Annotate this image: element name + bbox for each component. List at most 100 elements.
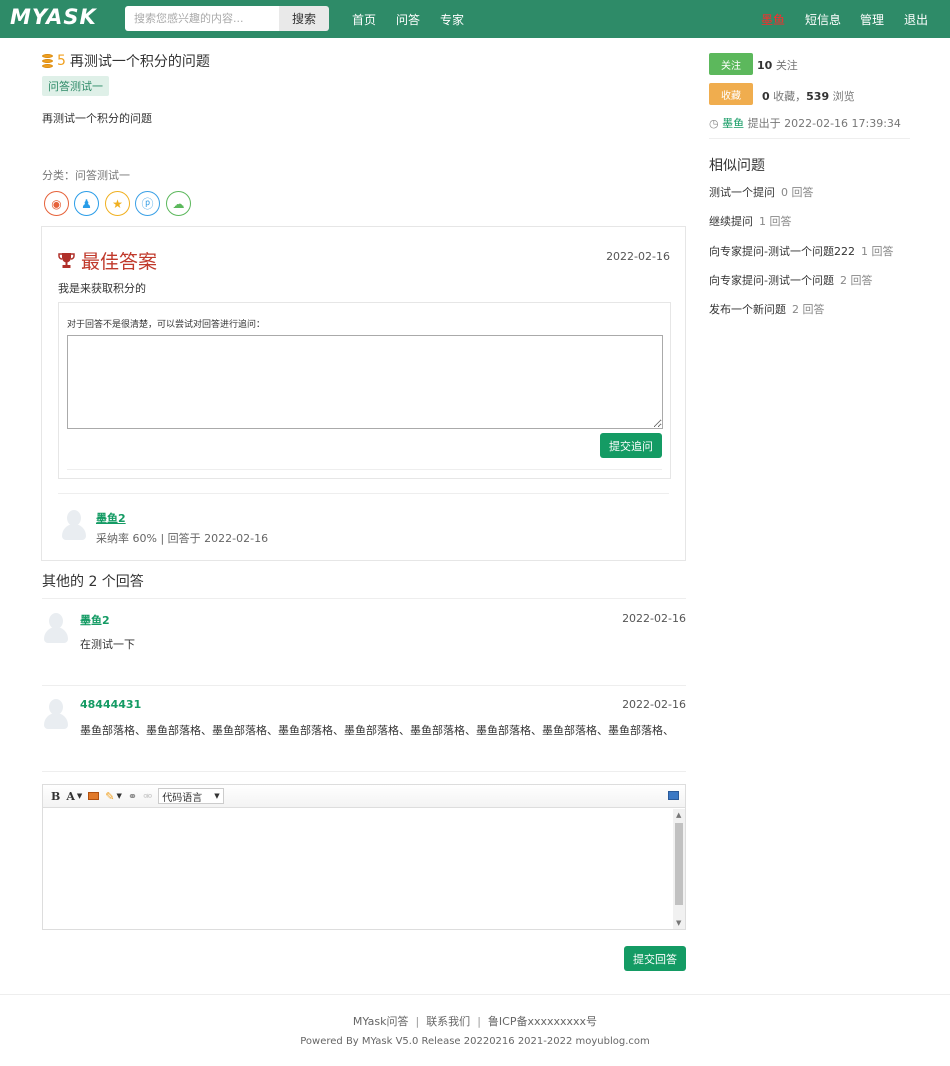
footer-powered-by: Powered By MYask V5.0 Release 20220216 2…: [300, 1036, 650, 1047]
similar-question-item[interactable]: 继续提问 1 回答: [709, 213, 792, 229]
editor-scrollbar[interactable]: ▲ ▼: [673, 809, 685, 929]
best-answer-panel: 最佳答案 2022-02-16 我是来获取积分的 对于回答不是很清楚，可以尝试对…: [41, 226, 686, 561]
search-input[interactable]: [125, 6, 280, 31]
answer-editor: B A ▼ ✎ ▼ ⚭ ⚮ 代码语言 ▼ ▲ ▼: [42, 784, 686, 930]
code-language-select[interactable]: 代码语言 ▼: [158, 788, 224, 804]
divider: [58, 493, 669, 494]
follow-button[interactable]: 关注: [709, 53, 753, 75]
answer-date: 2022-02-16: [622, 612, 686, 625]
wechat-icon[interactable]: ☁: [166, 191, 191, 216]
asker-link[interactable]: 墨鱼: [722, 117, 744, 130]
similar-question-title[interactable]: 向专家提问-测试一个问题: [709, 274, 834, 287]
site-logo[interactable]: MYASK: [10, 5, 97, 29]
chevron-down-icon[interactable]: ▼: [116, 792, 121, 800]
scrollbar-thumb[interactable]: [675, 823, 683, 905]
similar-question-item[interactable]: 发布一个新问题 2 回答: [709, 301, 825, 317]
follow-count: 10: [757, 59, 773, 72]
nav-admin[interactable]: 管理: [860, 11, 884, 28]
fullscreen-icon[interactable]: [668, 791, 679, 800]
unlink-icon[interactable]: ⚮: [143, 790, 152, 803]
trophy-icon: [58, 253, 75, 268]
link-icon[interactable]: ⚭: [128, 790, 137, 803]
weibo-icon[interactable]: ◉: [44, 191, 69, 216]
answer-user[interactable]: 墨鱼2: [80, 612, 110, 628]
question-title: 再测试一个积分的问题: [69, 54, 210, 70]
footer-link-contact[interactable]: 联系我们: [426, 1015, 470, 1028]
footer-link-myask[interactable]: MYask问答: [353, 1015, 409, 1028]
similar-question-title[interactable]: 继续提问: [709, 215, 753, 228]
asked-time: 提出于 2022-02-16 17:39:34: [747, 117, 901, 130]
divider: [709, 138, 910, 139]
best-answer-title: 最佳答案: [81, 251, 158, 273]
divider: [0, 994, 950, 995]
coins-icon: [42, 54, 53, 68]
avatar[interactable]: [42, 611, 70, 643]
collect-view-text: 0 收藏，539 浏览: [762, 88, 855, 104]
similar-question-count: 0 回答: [781, 186, 814, 199]
bold-button[interactable]: B: [51, 790, 60, 803]
question-category: 分类：问答测试一: [42, 169, 130, 182]
code-language-label: 代码语言: [162, 792, 203, 804]
editor-toolbar: B A ▼ ✎ ▼ ⚭ ⚮ 代码语言 ▼: [43, 785, 685, 808]
collect-button[interactable]: 收藏: [709, 83, 753, 105]
nav-logout[interactable]: 退出: [904, 11, 928, 28]
scroll-down-icon[interactable]: ▼: [676, 919, 681, 927]
follow-up-label: 对于回答不是很清楚，可以尝试对回答进行追问：: [67, 320, 266, 330]
nav-home[interactable]: 首页: [352, 11, 376, 28]
collect-label: 收藏，: [773, 90, 807, 103]
font-button[interactable]: A: [66, 790, 75, 803]
answer-text: 墨鱼部落格、墨鱼部落格、墨鱼部落格、墨鱼部落格、墨鱼部落格、墨鱼部落格、墨鱼部落…: [80, 724, 674, 737]
scroll-up-icon[interactable]: ▲: [676, 811, 681, 819]
divider: [42, 685, 686, 686]
follow-up-textarea[interactable]: [67, 335, 663, 429]
view-count: 539: [806, 90, 830, 103]
question-tag[interactable]: 问答测试一: [42, 76, 109, 96]
avatar[interactable]: [42, 697, 70, 729]
reward-points: 5: [57, 53, 66, 69]
image-icon[interactable]: [88, 792, 100, 800]
nav-user[interactable]: 墨鱼: [761, 11, 785, 28]
separator: |: [415, 1015, 420, 1028]
qq-icon[interactable]: ♟: [74, 191, 99, 216]
best-answer-text: 我是来获取积分的: [58, 282, 146, 295]
avatar[interactable]: [60, 508, 88, 540]
best-answer-user[interactable]: 墨鱼2: [96, 510, 126, 526]
similar-question-item[interactable]: 向专家提问-测试一个问题222 1 回答: [709, 243, 893, 259]
nav-messages[interactable]: 短信息: [805, 11, 841, 28]
chevron-down-icon[interactable]: ▼: [77, 792, 82, 800]
similar-question-count: 2 回答: [839, 274, 873, 287]
follow-up-form: 对于回答不是很清楚，可以尝试对回答进行追问： 提交追问: [58, 302, 671, 479]
question-title-row: 5 再测试一个积分的问题: [42, 51, 210, 71]
clock-icon: ◷: [709, 117, 719, 130]
similar-questions-title: 相似问题: [709, 158, 765, 174]
separator: |: [477, 1015, 481, 1028]
collect-count: 0: [762, 90, 770, 103]
other-answers-title: 其他的 2 个回答: [42, 574, 144, 590]
similar-question-title[interactable]: 向专家提问-测试一个问题222: [709, 245, 855, 258]
question-body: 再测试一个积分的问题: [42, 112, 152, 125]
similar-question-title[interactable]: 测试一个提问: [709, 186, 775, 199]
pengyou-icon[interactable]: ⓟ: [135, 191, 160, 216]
qzone-icon[interactable]: ★: [105, 191, 130, 216]
answer-text: 在测试一下: [80, 638, 135, 651]
best-answer-meta: 采纳率 60% | 回答于 2022-02-16: [96, 532, 269, 545]
similar-question-item[interactable]: 向专家提问-测试一个问题 2 回答: [709, 272, 872, 288]
top-navbar: MYASK 搜索 首页 问答 专家 墨鱼 短信息 管理 退出: [0, 0, 950, 38]
similar-question-item[interactable]: 测试一个提问 0 回答: [709, 184, 814, 200]
follow-label: 关注: [775, 59, 798, 72]
divider: [67, 469, 662, 470]
search-button[interactable]: 搜索: [279, 6, 329, 31]
nav-experts[interactable]: 专家: [440, 11, 464, 28]
submit-answer-button[interactable]: 提交回答: [624, 946, 686, 971]
footer-link-icp[interactable]: 鲁ICP备xxxxxxxxx号: [488, 1015, 597, 1028]
footer-links: MYask问答 | 联系我们 | 鲁ICP备xxxxxxxxx号: [0, 1013, 950, 1029]
best-answer-date: 2022-02-16: [606, 250, 670, 263]
magic-wand-icon[interactable]: ✎: [105, 790, 114, 803]
nav-qa[interactable]: 问答: [396, 11, 420, 28]
asker-info: ◷ 墨鱼 提出于 2022-02-16 17:39:34: [709, 115, 901, 131]
answer-user[interactable]: 48444431: [80, 698, 141, 711]
submit-follow-up-button[interactable]: 提交追问: [600, 433, 662, 458]
divider: [42, 771, 686, 772]
chevron-down-icon: ▼: [214, 792, 220, 800]
similar-question-title[interactable]: 发布一个新问题: [709, 303, 786, 316]
